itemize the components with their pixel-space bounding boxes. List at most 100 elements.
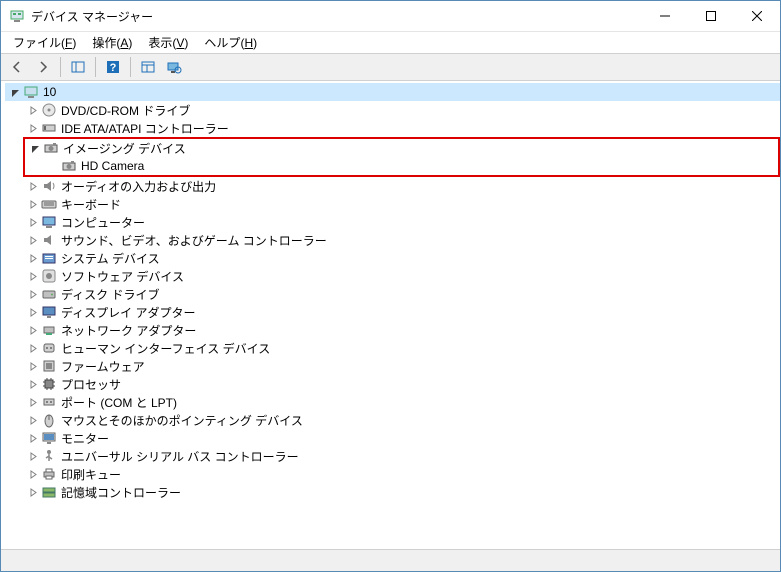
minimize-button[interactable]	[642, 1, 688, 31]
menu-view[interactable]: 表示(V)	[140, 32, 196, 53]
tree-item-label: 記憶域コントローラー	[61, 484, 181, 501]
sound-icon	[41, 232, 57, 248]
tree-item-label: ディスク ドライブ	[61, 286, 160, 303]
chevron-right-icon[interactable]	[27, 288, 40, 301]
tree-item-row[interactable]: ヒューマン インターフェイス デバイス	[23, 339, 780, 357]
show-hide-console-button[interactable]	[66, 55, 90, 79]
chevron-right-icon[interactable]	[27, 306, 40, 319]
tree-item-label: ネットワーク アダプター	[61, 322, 196, 339]
tree-item-row[interactable]: マウスとそのほかのポインティング デバイス	[23, 411, 780, 429]
display-icon	[41, 304, 57, 320]
tree-node: コンピューター	[23, 213, 780, 231]
tree-node: ディスク ドライブ	[23, 285, 780, 303]
tree-item-row[interactable]: ユニバーサル シリアル バス コントローラー	[23, 447, 780, 465]
port-icon	[41, 394, 57, 410]
chevron-right-icon[interactable]	[27, 468, 40, 481]
tree-item-label: サウンド、ビデオ、およびゲーム コントローラー	[61, 232, 327, 249]
chevron-right-icon[interactable]	[27, 450, 40, 463]
tree-root-row[interactable]: 10	[5, 83, 780, 101]
printer-icon	[41, 466, 57, 482]
chevron-right-icon[interactable]	[27, 414, 40, 427]
tree-item-row[interactable]: ファームウェア	[23, 357, 780, 375]
tree-item-label: 印刷キュー	[61, 466, 121, 483]
chevron-right-icon[interactable]	[27, 180, 40, 193]
tree-item-row[interactable]: 印刷キュー	[23, 465, 780, 483]
chevron-right-icon[interactable]	[27, 252, 40, 265]
camera-icon	[43, 140, 59, 156]
chevron-right-icon[interactable]	[27, 324, 40, 337]
scan-hardware-button[interactable]	[162, 55, 186, 79]
tree-node: オーディオの入力および出力	[23, 177, 780, 195]
tree-item-label: コンピューター	[61, 214, 145, 231]
menu-action[interactable]: 操作(A)	[84, 32, 140, 53]
tree-item-label: キーボード	[61, 196, 121, 213]
forward-button[interactable]	[31, 55, 55, 79]
tree-item-label: ディスプレイ アダプター	[61, 304, 196, 321]
svg-text:?: ?	[110, 62, 117, 74]
tree-item-row[interactable]: オーディオの入力および出力	[23, 177, 780, 195]
tree-item-row[interactable]: IDE ATA/ATAPI コントローラー	[23, 119, 780, 137]
computer-icon	[41, 214, 57, 230]
tree-item-label: ヒューマン インターフェイス デバイス	[61, 340, 270, 357]
menu-help[interactable]: ヘルプ(H)	[196, 32, 265, 53]
tree-item-row[interactable]: ネットワーク アダプター	[23, 321, 780, 339]
chevron-right-icon[interactable]	[27, 360, 40, 373]
tree-item-row[interactable]: ディスプレイ アダプター	[23, 303, 780, 321]
chevron-right-icon[interactable]	[27, 216, 40, 229]
tree-item-row[interactable]: イメージング デバイス	[25, 139, 778, 157]
tree-item-row[interactable]: DVD/CD-ROM ドライブ	[23, 101, 780, 119]
chevron-down-icon[interactable]	[9, 86, 22, 99]
tree-item-row[interactable]: 記憶域コントローラー	[23, 483, 780, 501]
chevron-right-icon[interactable]	[27, 486, 40, 499]
toolbar: ?	[1, 53, 780, 81]
chevron-right-icon[interactable]	[27, 432, 40, 445]
tree-item-label: ファームウェア	[61, 358, 145, 375]
chevron-right-icon[interactable]	[27, 270, 40, 283]
tree-item-label: イメージング デバイス	[63, 140, 186, 157]
chevron-right-icon[interactable]	[27, 122, 40, 135]
tree-item-row[interactable]: コンピューター	[23, 213, 780, 231]
chevron-right-icon[interactable]	[27, 342, 40, 355]
tree-node: ユニバーサル シリアル バス コントローラー	[23, 447, 780, 465]
chevron-right-icon[interactable]	[27, 396, 40, 409]
tree-node: DVD/CD-ROM ドライブ	[23, 101, 780, 119]
tree-item-row[interactable]: ディスク ドライブ	[23, 285, 780, 303]
tree-node: モニター	[23, 429, 780, 447]
properties-button[interactable]	[136, 55, 160, 79]
tree-item-row[interactable]: システム デバイス	[23, 249, 780, 267]
maximize-button[interactable]	[688, 1, 734, 31]
tree-item-row[interactable]: ソフトウェア デバイス	[23, 267, 780, 285]
computer-icon	[23, 84, 39, 100]
chevron-right-icon[interactable]	[27, 234, 40, 247]
back-button[interactable]	[5, 55, 29, 79]
tree-item-row[interactable]: プロセッサ	[23, 375, 780, 393]
network-icon	[41, 322, 57, 338]
monitor-icon	[41, 430, 57, 446]
chevron-right-icon[interactable]	[27, 378, 40, 391]
tree-item-row[interactable]: サウンド、ビデオ、およびゲーム コントローラー	[23, 231, 780, 249]
tree-item-label: ポート (COM と LPT)	[61, 394, 177, 411]
disk-icon	[41, 286, 57, 302]
tree-item-row[interactable]: モニター	[23, 429, 780, 447]
tree-item-row[interactable]: キーボード	[23, 195, 780, 213]
audio-icon	[41, 178, 57, 194]
tree-node: プロセッサ	[23, 375, 780, 393]
highlight-box: イメージング デバイスHD Camera	[23, 137, 780, 177]
usb-icon	[41, 448, 57, 464]
tree-item-label: システム デバイス	[61, 250, 160, 267]
tree-item-label: IDE ATA/ATAPI コントローラー	[61, 120, 229, 137]
tree-node: システム デバイス	[23, 249, 780, 267]
chevron-right-icon[interactable]	[27, 104, 40, 117]
tree-item-row[interactable]: HD Camera	[43, 157, 778, 175]
tree-node: ヒューマン インターフェイス デバイス	[23, 339, 780, 357]
close-button[interactable]	[734, 1, 780, 31]
help-button[interactable]: ?	[101, 55, 125, 79]
mouse-icon	[41, 412, 57, 428]
menu-file[interactable]: ファイル(F)	[5, 32, 84, 53]
tree-item-label: ソフトウェア デバイス	[61, 268, 184, 285]
tree-item-label: オーディオの入力および出力	[61, 178, 216, 195]
tree-node: サウンド、ビデオ、およびゲーム コントローラー	[23, 231, 780, 249]
tree-item-row[interactable]: ポート (COM と LPT)	[23, 393, 780, 411]
chevron-down-icon[interactable]	[29, 142, 42, 155]
chevron-right-icon[interactable]	[27, 198, 40, 211]
